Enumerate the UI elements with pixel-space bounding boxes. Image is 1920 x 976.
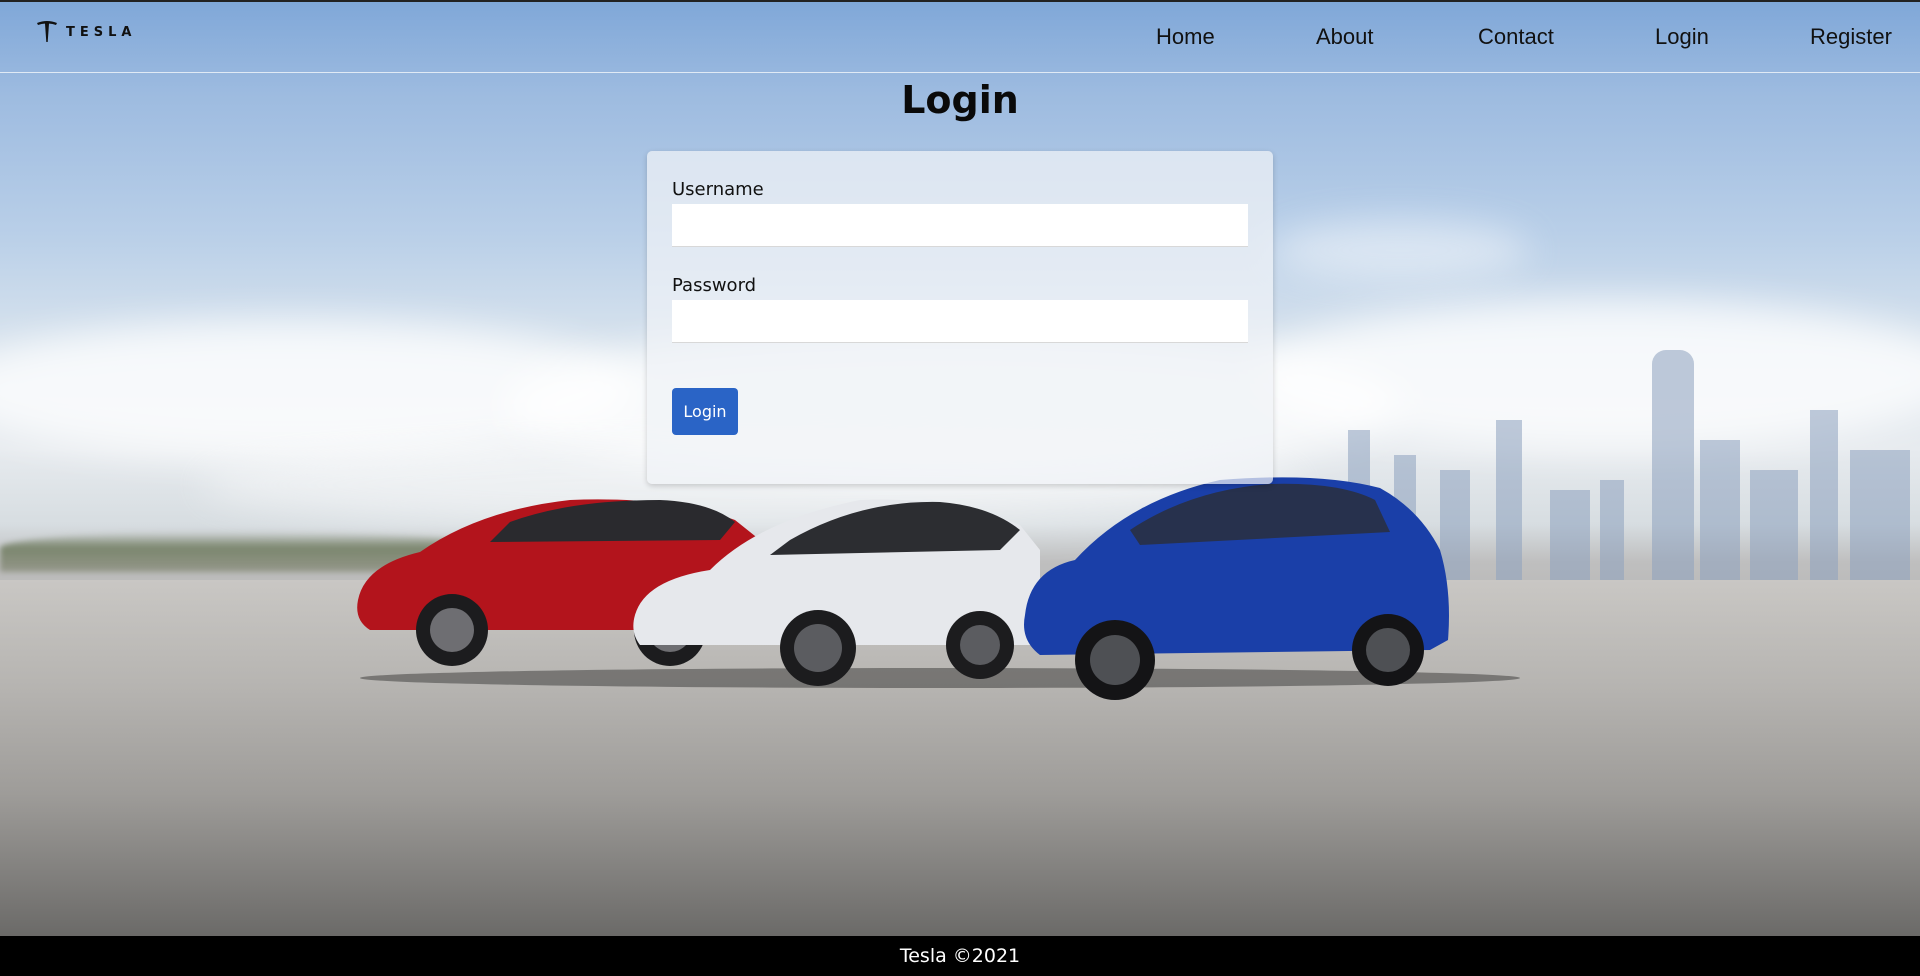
blue-car [1024, 477, 1449, 700]
cars-image [357, 477, 1520, 700]
login-form: Username Password Login [647, 151, 1273, 484]
username-label: Username [672, 179, 764, 200]
page-title: Login [901, 78, 1019, 122]
footer: Tesla ©2021 [0, 936, 1920, 976]
footer-copyright: Tesla ©2021 [899, 945, 1021, 967]
username-input[interactable] [672, 204, 1248, 247]
password-label: Password [672, 275, 757, 296]
nav-login-link[interactable]: Login [1655, 24, 1709, 50]
password-input[interactable] [672, 300, 1248, 343]
login-button[interactable]: Login [672, 388, 738, 435]
cloud [1270, 220, 1530, 280]
nav-home-link[interactable]: Home [1156, 24, 1215, 50]
nav-about-link[interactable]: About [1316, 24, 1374, 50]
nav-contact-link[interactable]: Contact [1478, 24, 1554, 50]
main-nav: Home About Contact Login Register [0, 24, 1920, 54]
site-header: TESLA Home About Contact Login Register [0, 2, 1920, 73]
nav-register-link[interactable]: Register [1810, 24, 1892, 50]
